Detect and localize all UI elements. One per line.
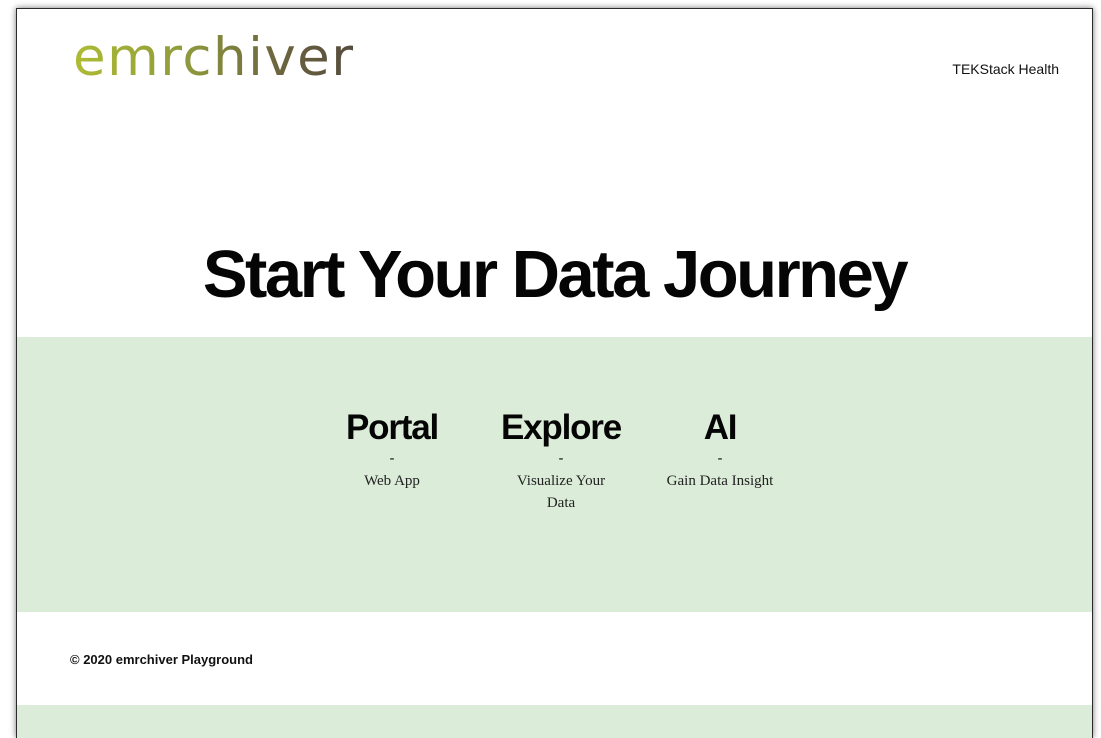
product-card-portal[interactable]: Portal - Web App — [307, 410, 477, 492]
product-title[interactable]: Explore — [476, 410, 646, 446]
footer-copyright: © 2020 emrchiver Playground — [70, 652, 253, 667]
product-description: Visualize Your Data — [516, 473, 606, 511]
bottom-band — [17, 705, 1092, 738]
company-link[interactable]: TEKStack Health — [952, 61, 1059, 77]
hero-title: Start Your Data Journey — [202, 236, 909, 312]
product-separator: - — [389, 450, 395, 467]
product-description: Web App — [364, 473, 420, 489]
product-card-explore[interactable]: Explore - Visualize Your Data — [476, 410, 646, 514]
product-separator: - — [558, 450, 564, 467]
product-card-ai[interactable]: AI - Gain Data Insight — [635, 410, 805, 492]
products-section: Portal - Web App Explore - Visualize You… — [17, 337, 1092, 612]
product-title[interactable]: Portal — [307, 410, 477, 446]
site-header: emrchiver TEKStack Health — [17, 9, 1092, 129]
product-separator: - — [717, 450, 723, 467]
product-description: Gain Data Insight — [666, 473, 774, 489]
brand-logo[interactable]: emrchiver — [73, 31, 355, 84]
product-title[interactable]: AI — [635, 410, 805, 446]
page-frame: emrchiver TEKStack Health Start Your Dat… — [16, 8, 1093, 738]
